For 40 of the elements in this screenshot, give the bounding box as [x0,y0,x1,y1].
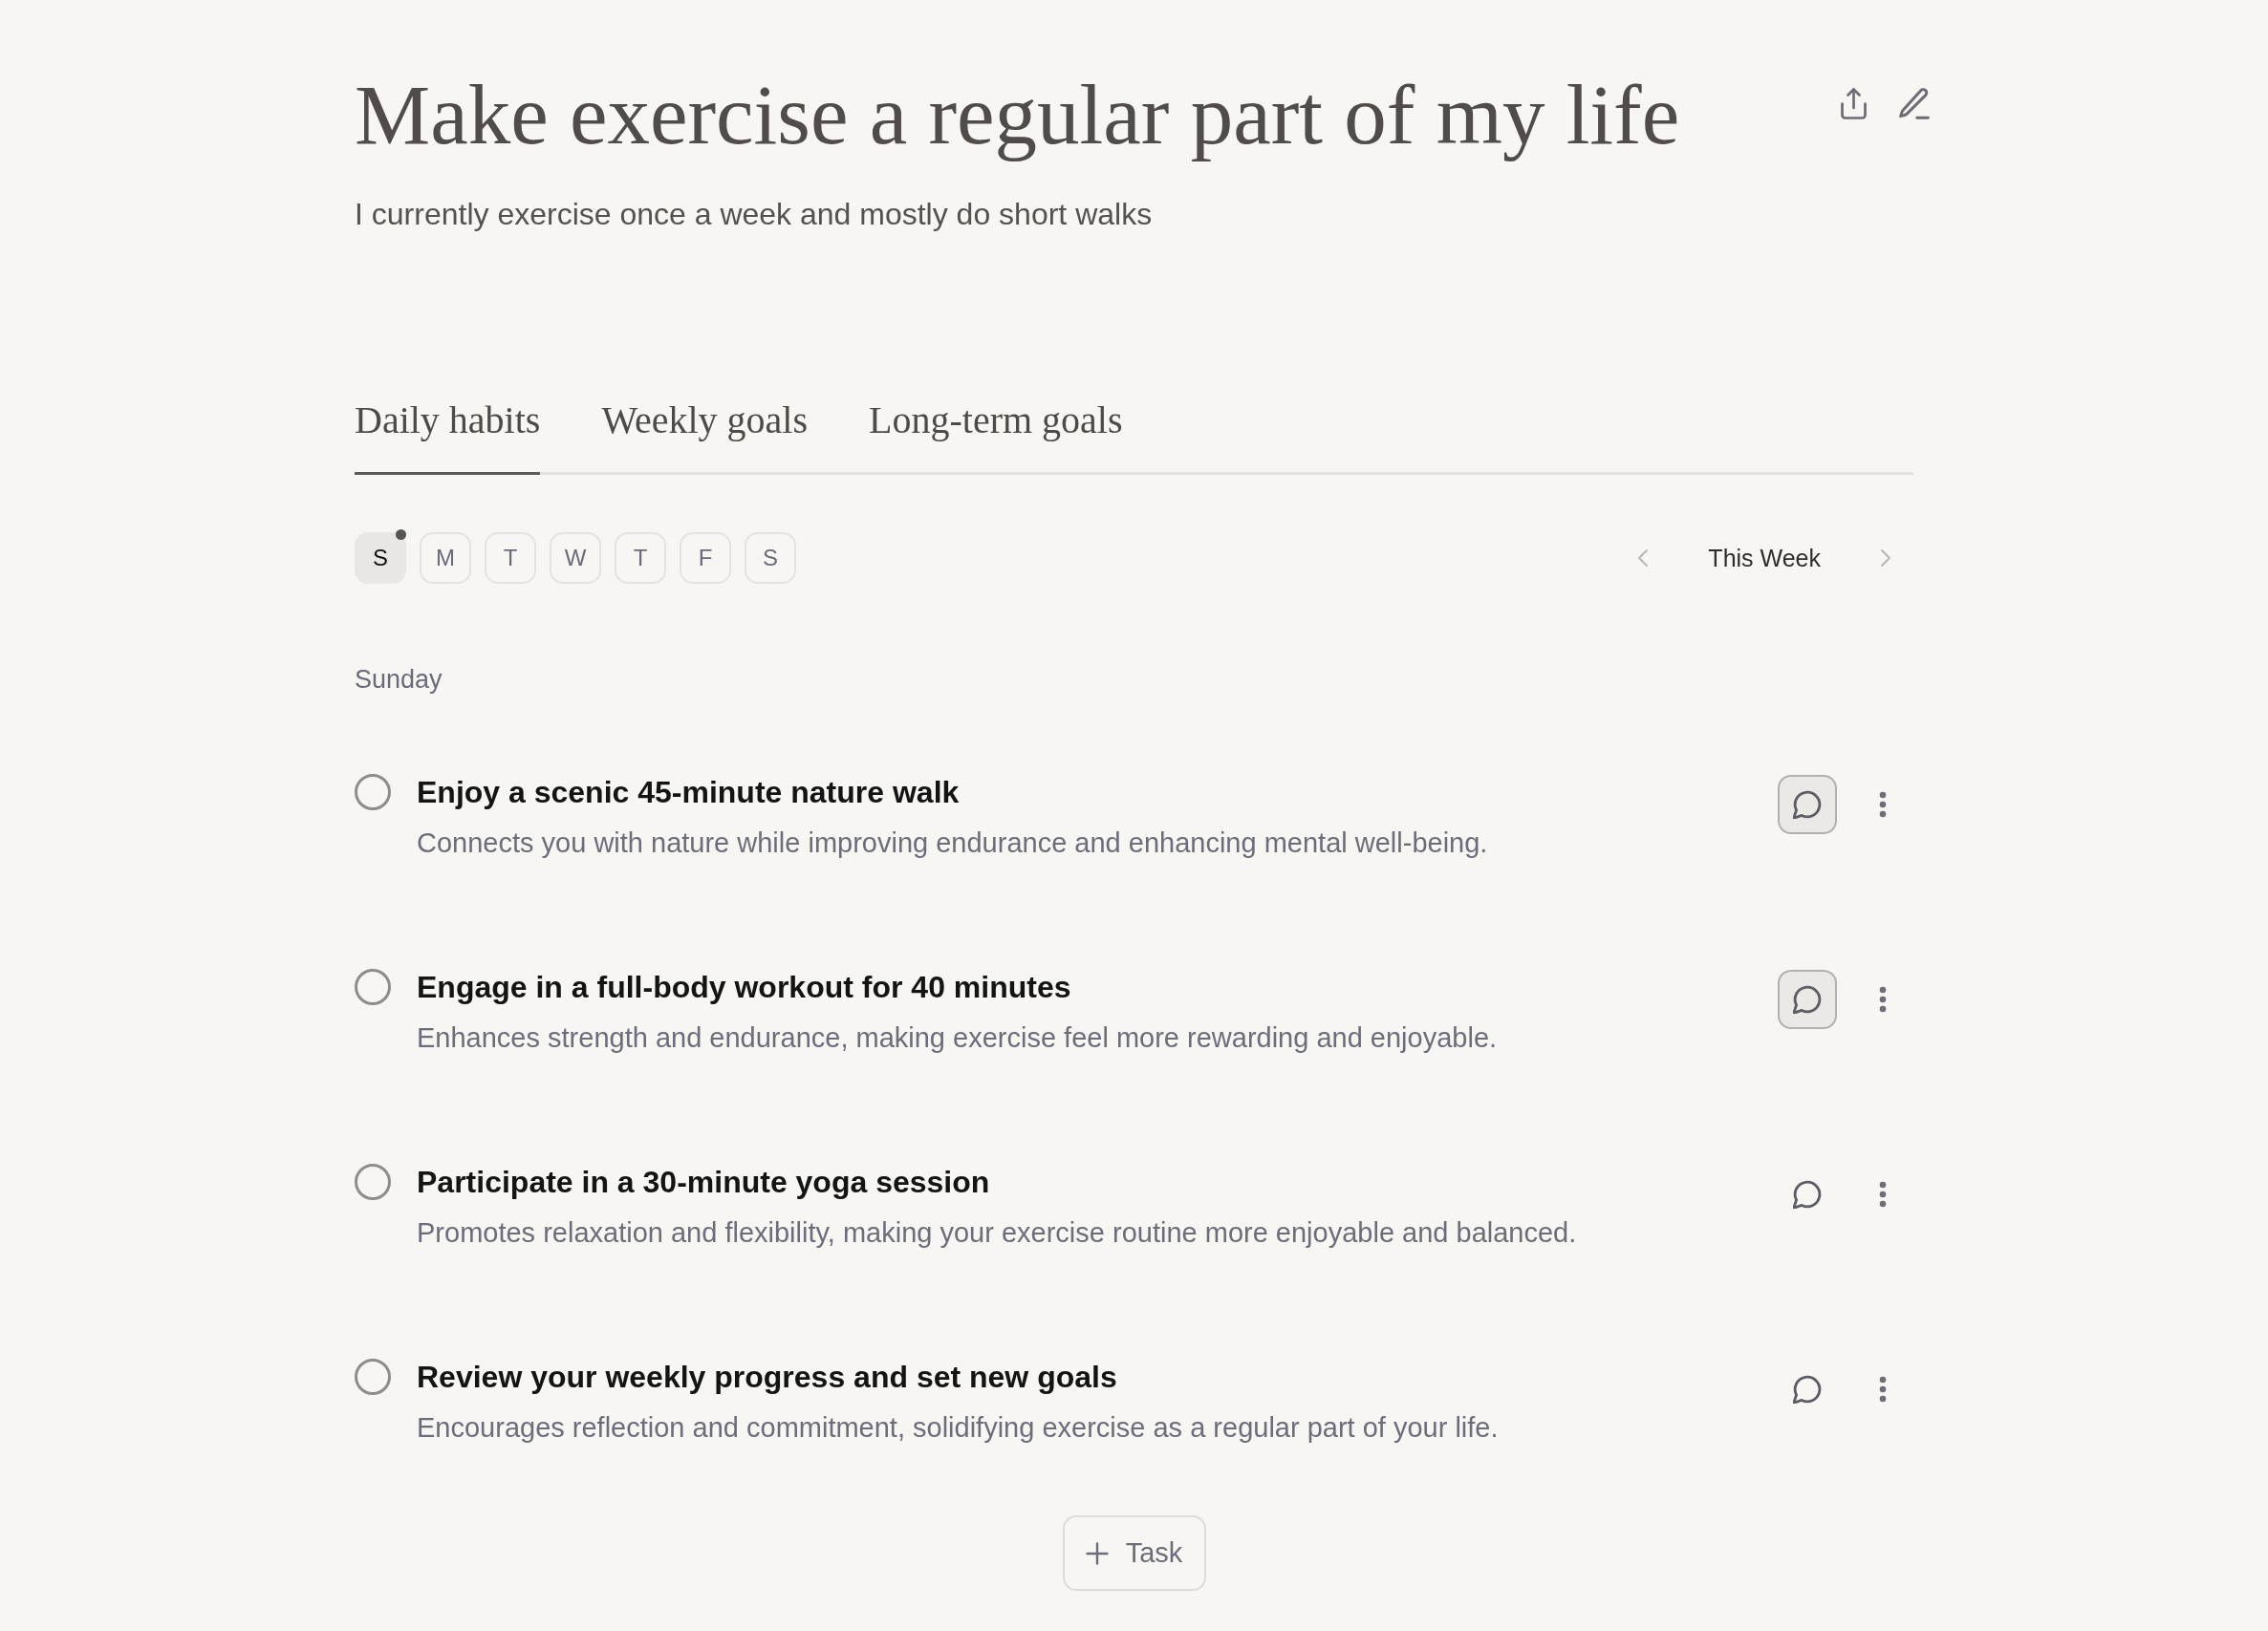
weekday-button[interactable]: W [550,532,601,584]
task-title: Review your weekly progress and set new goals [417,1359,1118,1396]
weekday-button[interactable]: S [355,532,406,584]
comment-icon[interactable] [1793,790,1822,819]
weekday-button[interactable]: F [680,532,731,584]
edit-icon[interactable] [1898,88,1930,119]
kebab-menu-icon[interactable] [1879,791,1887,818]
kebab-menu-icon[interactable] [1879,1181,1887,1208]
tab[interactable]: Long-term goals [869,399,1123,475]
task-description: Connects you with nature while improving endurance and enhancing mental well-being. [417,826,1489,860]
page-subtitle: I currently exercise once a week and mostly do short walks [355,196,1154,233]
week-label: This Week [1708,544,1821,573]
add-task-button[interactable]: Task [1062,1515,1206,1591]
kebab-menu-icon[interactable] [1879,1376,1887,1403]
task-title: Engage in a full-body workout for 40 minutes [417,969,1072,1006]
weekday-button[interactable]: T [485,532,536,584]
comment-icon[interactable] [1793,985,1822,1014]
weekday-button[interactable]: M [420,532,471,584]
comment-icon[interactable] [1793,1180,1822,1209]
kebab-menu-icon[interactable] [1879,986,1887,1013]
weekday-button[interactable]: T [615,532,666,584]
tab[interactable]: Daily habits [355,399,541,475]
comment-button[interactable] [1778,970,1837,1029]
weekday-button[interactable]: S [745,532,796,584]
task-checkbox[interactable] [355,1164,391,1200]
comment-icon[interactable] [1793,1375,1822,1404]
task-title: Participate in a 30-minute yoga session [417,1164,991,1201]
task-title: Enjoy a scenic 45-minute nature walk [417,774,961,811]
task-description: Enhances strength and endurance, making exercise feel more rewarding and enjoyable. [417,1021,1499,1055]
tab[interactable]: Weekly goals [601,399,809,475]
day-heading: Sunday [355,664,443,696]
plus-icon [1085,1541,1109,1565]
task-description: Encourages reflection and commitment, solidifying exercise as a regular part of your life. [417,1411,1500,1445]
task-checkbox[interactable] [355,1359,391,1395]
comment-button[interactable] [1778,775,1837,834]
page-title: Make exercise a regular part of my life [355,67,1680,163]
task-description: Promotes relaxation and flexibility, making your exercise routine more enjoyable and balanced. [417,1216,1578,1250]
task-checkbox[interactable] [355,969,391,1005]
share-icon[interactable] [1838,88,1869,119]
task-checkbox[interactable] [355,774,391,810]
